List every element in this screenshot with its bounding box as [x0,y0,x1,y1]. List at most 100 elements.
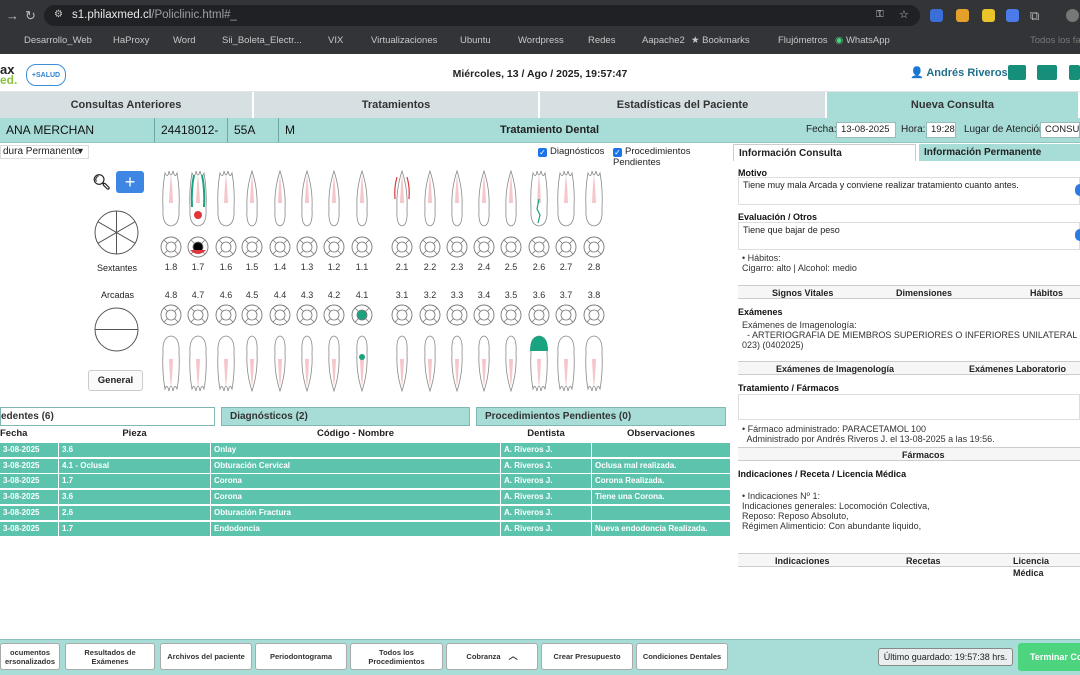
tab-diagnosticos[interactable]: Diagnósticos (2) [221,407,470,426]
lower-tooth-occlusal[interactable] [296,304,318,326]
upper-tooth[interactable] [391,169,413,227]
table-row[interactable]: 3-08-2025 4.1 - Oclusal Obturación Cervica… [0,458,730,474]
bookmarks-folder[interactable]: ★ Bookmarks [691,35,750,46]
condiciones-dentales-button[interactable]: Condiciones Dentales [636,643,728,670]
motivo-field[interactable]: Tiene muy mala Arcada y conviene realiza… [738,177,1080,205]
extension-icon[interactable] [1006,9,1019,22]
extension-icon[interactable] [982,9,995,22]
todos-procedimientos-button[interactable]: Todos los Procedimientos [350,643,443,670]
lower-tooth-occlusal[interactable] [391,304,413,326]
tab-consultas-anteriores[interactable]: Consultas Anteriores [0,92,254,118]
lower-tooth[interactable] [500,335,522,393]
upper-tooth-occlusal[interactable] [473,236,495,258]
upper-tooth-occlusal[interactable] [500,236,522,258]
upper-tooth-occlusal[interactable] [296,236,318,258]
cobranza-button[interactable]: Cobranza ︿ [446,643,538,670]
upper-tooth-occlusal[interactable] [419,236,441,258]
lower-tooth[interactable] [446,335,468,393]
dimensiones-link[interactable]: Dimensiones [896,287,952,299]
lower-tooth[interactable] [351,335,373,393]
upper-tooth-occlusal[interactable] [241,236,263,258]
extension-icon[interactable] [930,9,943,22]
documentos-personalizados-button[interactable]: ocumentos ersonalizados [0,643,60,670]
tab-estadisticas[interactable]: Estadísticas del Paciente [540,92,827,118]
bookmark-whatsapp[interactable]: ◉ WhatsApp [835,35,890,46]
terminar-consulta-button[interactable]: Terminar Consulta [1018,643,1080,671]
menu-icon[interactable] [1069,65,1080,80]
periodontograma-button[interactable]: Periodontograma [255,643,347,670]
lower-tooth[interactable] [160,335,182,393]
examenes-imagenologia-link[interactable]: Exámenes de Imagenología [776,363,894,375]
id-card-icon[interactable] [1037,65,1057,80]
licencia-medica-link[interactable]: Licencia Médica [1013,555,1080,579]
farmacos-link[interactable]: Fármacos [902,449,945,461]
upper-tooth-occlusal[interactable] [215,236,237,258]
diagnosticos-checkbox[interactable]: ✓ Diagnósticos [538,146,604,157]
lower-tooth[interactable] [269,335,291,393]
extension-new-icon[interactable] [956,9,969,22]
upper-tooth-occlusal[interactable] [269,236,291,258]
procedimientos-checkbox[interactable]: ✓ Procedimientos Pendientes [613,146,730,168]
lower-tooth[interactable] [296,335,318,393]
edit-icon[interactable] [1075,229,1080,241]
upper-tooth-occlusal[interactable] [391,236,413,258]
crear-presupuesto-button[interactable]: Crear Presupuesto [541,643,633,670]
lower-tooth-occlusal[interactable] [446,304,468,326]
upper-tooth[interactable] [419,169,441,227]
upper-tooth[interactable] [528,169,550,227]
bookmark-item[interactable]: Flujómetros [778,35,828,46]
bookmark-item[interactable]: VIX [328,35,343,46]
add-button[interactable]: + [116,171,144,193]
reload-icon[interactable]: ↻ [25,8,36,24]
upper-tooth-occlusal[interactable] [528,236,550,258]
bookmark-item[interactable]: Aapache2 [642,35,685,46]
upper-tooth[interactable] [473,169,495,227]
lower-tooth[interactable] [528,335,550,393]
bookmark-item[interactable]: Ubuntu [460,35,491,46]
upper-tooth[interactable] [351,169,373,227]
bookmark-item[interactable]: Sii_Boleta_Electr... [222,35,302,46]
lower-tooth[interactable] [215,335,237,393]
lower-tooth-occlusal[interactable] [160,304,182,326]
tab-pendientes[interactable]: edentes (6) [0,407,215,426]
archivos-paciente-button[interactable]: Archivos del paciente [160,643,252,670]
profile-avatar-icon[interactable] [1066,9,1079,22]
tab-procedimientos-pendientes[interactable]: Procedimientos Pendientes (0) [476,407,726,426]
upper-tooth[interactable] [187,169,209,227]
lower-tooth-occlusal[interactable] [187,304,209,326]
lower-tooth-occlusal[interactable] [583,304,605,326]
signos-vitales-link[interactable]: Signos Vitales [772,287,833,299]
mail-icon[interactable] [1008,65,1026,80]
bookmark-item[interactable]: Virtualizaciones [371,35,437,46]
upper-tooth[interactable] [296,169,318,227]
upper-tooth-occlusal[interactable] [351,236,373,258]
upper-tooth[interactable] [500,169,522,227]
forward-icon[interactable]: → [6,8,19,23]
fecha-input[interactable]: 13-08-2025 [836,122,896,138]
lower-tooth-occlusal[interactable] [323,304,345,326]
url-text[interactable]: s1.philaxmed.cl/Policlinic.html#_ [72,9,237,21]
lower-tooth[interactable] [555,335,577,393]
lugar-select[interactable]: CONSULTA [1040,122,1080,138]
hora-input[interactable]: 19:28 [926,122,956,138]
upper-tooth[interactable] [323,169,345,227]
upper-tooth[interactable] [583,169,605,227]
lower-tooth-occlusal[interactable] [528,304,550,326]
arcades-selector[interactable] [94,307,139,352]
tab-informacion-consulta[interactable]: Información Consulta [733,144,916,161]
lower-tooth[interactable] [187,335,209,393]
bookmark-item[interactable]: Redes [588,35,615,46]
upper-tooth-occlusal[interactable] [446,236,468,258]
examenes-laboratorio-link[interactable]: Exámenes Laboratorio [969,363,1066,375]
bookmark-item[interactable]: Desarrollo_Web [24,35,92,46]
lower-tooth[interactable] [241,335,263,393]
upper-tooth[interactable] [241,169,263,227]
bookmark-star-icon[interactable]: ☆ [899,8,909,21]
lower-tooth-occlusal[interactable] [555,304,577,326]
tratamiento-field[interactable] [738,394,1080,420]
bookmark-item[interactable]: Word [173,35,196,46]
upper-tooth-occlusal[interactable] [160,236,182,258]
table-row[interactable]: 3-08-2025 2.6 Obturación Fractura A. Rivero… [0,505,730,521]
key-icon[interactable]: ⚿ [876,9,884,20]
upper-tooth-occlusal[interactable] [555,236,577,258]
